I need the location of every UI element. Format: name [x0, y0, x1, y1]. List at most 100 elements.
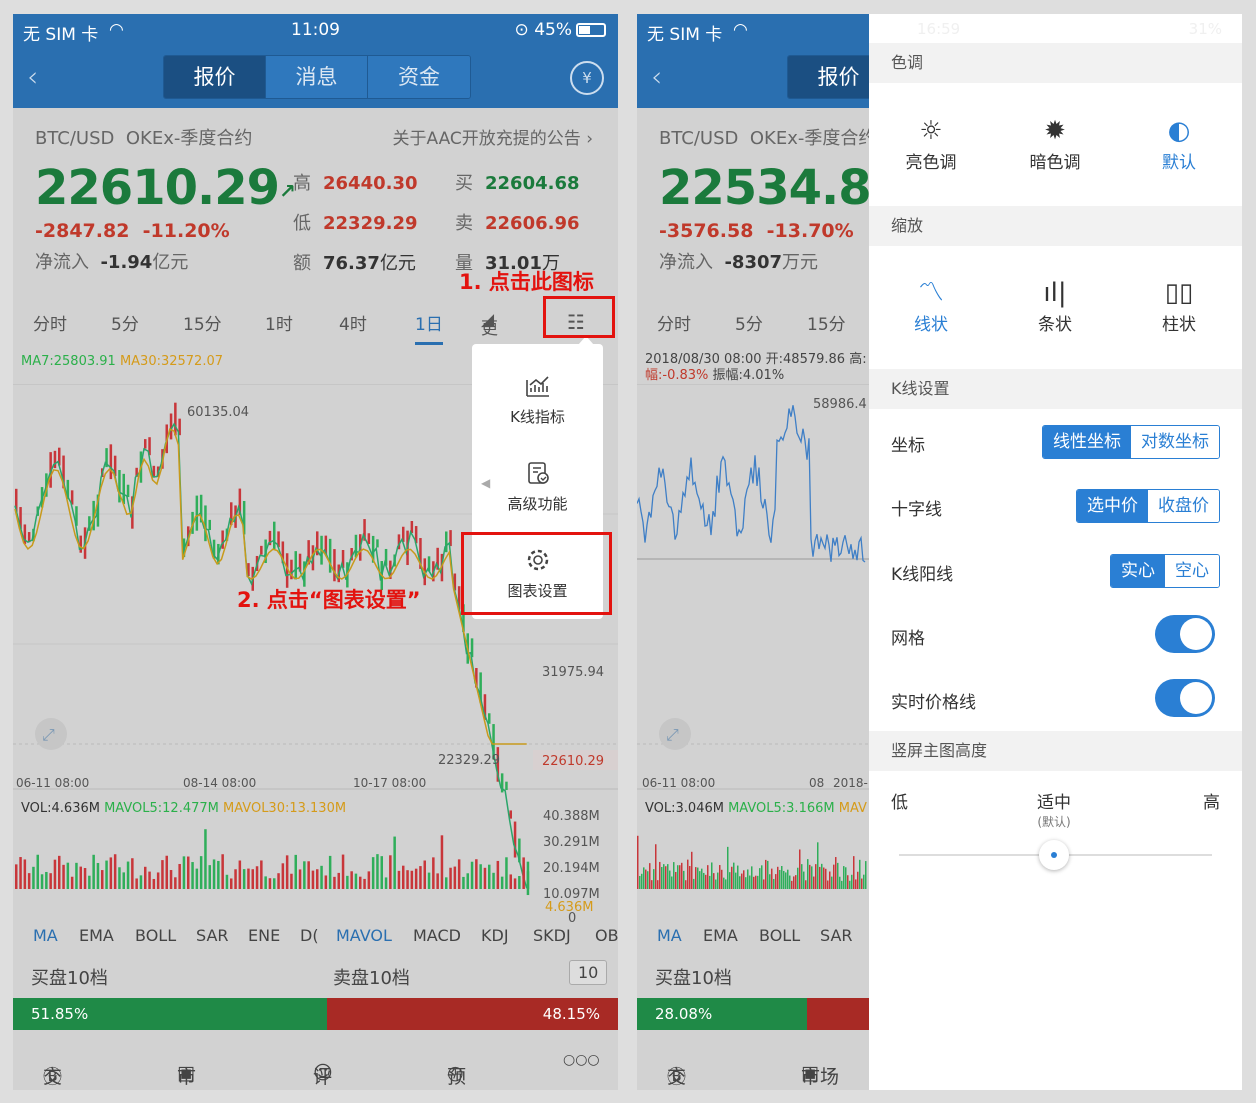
indicator-tab[interactable]: MA	[33, 926, 58, 945]
indicator-tab[interactable]: BOLL	[759, 926, 800, 945]
volume-bar	[359, 876, 362, 889]
volume-bar	[479, 864, 482, 889]
crosshair-close[interactable]: 收盘价	[1148, 490, 1219, 522]
volume-bar	[92, 854, 95, 889]
height-mid: 适中 (默认)	[1019, 788, 1089, 830]
amount-label: 额	[293, 253, 311, 274]
back-icon[interactable]: ‹	[27, 60, 38, 93]
tone-light[interactable]: ☼ 亮色调	[881, 114, 981, 173]
period-tab-more[interactable]: 更多◢	[481, 310, 498, 364]
volume-bar	[811, 866, 813, 889]
indicator-tab[interactable]: MA	[657, 926, 682, 945]
period-tab[interactable]: 分时	[33, 310, 67, 335]
tab-messages[interactable]: 消息	[266, 56, 368, 98]
tone-dark[interactable]: ✹ 暗色调	[1005, 114, 1105, 173]
period-tab[interactable]: 1时	[265, 310, 293, 335]
indicator-tab[interactable]: EMA	[79, 926, 114, 945]
height-slider-knob[interactable]	[1039, 840, 1069, 870]
volume-bar	[62, 864, 65, 889]
high-value: 26440.30	[323, 173, 418, 194]
volume-bar	[655, 844, 657, 889]
indicator-tab[interactable]: SKDJ	[533, 926, 571, 945]
volume-bar	[759, 868, 761, 889]
zoom-line[interactable]: 〽线状	[881, 276, 981, 335]
volume-bar	[328, 855, 332, 889]
volume-bar	[470, 861, 474, 889]
period-tab-active[interactable]: 1日	[415, 310, 443, 345]
indicator-icon	[525, 376, 549, 397]
announcement-link[interactable]: 关于AAC开放充提的公告 ›	[392, 124, 593, 149]
volume-bar	[855, 879, 857, 889]
realtime-line-switch[interactable]	[1155, 679, 1215, 717]
indicator-tab[interactable]: EMA	[703, 926, 738, 945]
volume-bar	[273, 878, 276, 889]
volume-bar	[651, 880, 653, 889]
volume-bar	[749, 875, 751, 889]
volume-bar	[217, 860, 220, 889]
period-tab[interactable]: 15分	[807, 310, 846, 335]
volume-bar	[449, 867, 452, 889]
zoom-line-label: 线状	[914, 315, 948, 335]
period-tab[interactable]: 5分	[735, 310, 763, 335]
more-icon[interactable]: ○○○	[563, 1052, 600, 1068]
vol-legend: VOL:4.636M MAVOL5:12.477M MAVOL30:13.130…	[21, 801, 346, 816]
period-tab[interactable]: 分时	[657, 310, 691, 335]
indicator-tab[interactable]: MACD	[413, 926, 461, 945]
volume-bar	[419, 866, 422, 889]
crosshair-label: 十字线	[891, 500, 942, 520]
candle	[122, 473, 125, 505]
candles	[15, 402, 530, 896]
tab-quote[interactable]: 报价	[164, 56, 266, 98]
change-pct: -13.70%	[766, 220, 854, 242]
indicator-tab[interactable]: KDJ	[481, 926, 509, 945]
tab-funds[interactable]: 资金	[368, 56, 470, 98]
crosshair-toggle: 选中价 收盘价	[1076, 489, 1220, 523]
menu-advanced[interactable]: 高级功能	[472, 459, 603, 514]
coin-icon[interactable]: ¥	[570, 61, 604, 95]
volume-bar	[492, 872, 495, 889]
zoom-candle[interactable]: ▯▯ 柱状	[1129, 276, 1229, 335]
depth-selector[interactable]: 10	[569, 960, 608, 985]
volume-bar	[797, 867, 799, 889]
volume-bar	[436, 873, 439, 889]
indicator-tab[interactable]: BOLL	[135, 926, 176, 945]
back-icon[interactable]: ‹	[651, 60, 662, 93]
menu-kline-indicators[interactable]: K线指标	[472, 372, 603, 427]
tab-quote[interactable]: 报价	[788, 56, 869, 98]
line-chart[interactable]: 58986.4 ⤢ 06-11 08:00 08 2018- VOL:3.046…	[637, 384, 869, 924]
volume-bar	[789, 875, 791, 889]
coord-linear[interactable]: 线性坐标	[1043, 426, 1131, 458]
nav-trade-label: 交易	[667, 1066, 687, 1088]
candle	[505, 781, 508, 791]
volume-bar	[857, 871, 859, 889]
volume-bar	[88, 875, 91, 889]
zoom-bar[interactable]: ıl| 条状	[1005, 276, 1105, 335]
indicator-tab[interactable]: SAR	[196, 926, 229, 945]
indicator-tab[interactable]: ENE	[248, 926, 280, 945]
tone-default-label: 默认	[1162, 153, 1196, 173]
period-tab[interactable]: 5分	[111, 310, 139, 335]
volume-bar	[713, 873, 715, 889]
indicator-tab[interactable]: OB	[595, 926, 618, 945]
yang-solid[interactable]: 实心	[1111, 555, 1165, 587]
period-tab[interactable]: 15分	[183, 310, 222, 335]
volume-bar	[457, 859, 461, 889]
coord-log[interactable]: 对数坐标	[1131, 426, 1219, 458]
volume-bar	[402, 865, 405, 889]
grid-switch[interactable]	[1155, 615, 1215, 653]
volume-bar	[406, 870, 409, 889]
indicator-tab[interactable]: SAR	[820, 926, 853, 945]
volume-bar	[66, 862, 70, 889]
zoom-bar-label: 条状	[1038, 315, 1072, 335]
yang-hollow[interactable]: 空心	[1165, 555, 1219, 587]
low-value: 22329.29	[323, 213, 418, 234]
volume-bar	[79, 866, 82, 889]
tone-default[interactable]: ◐ 默认	[1129, 114, 1229, 173]
period-tab[interactable]: 4时	[339, 310, 367, 335]
indicator-tab[interactable]: MAVOL	[336, 926, 392, 945]
chart-settings-panel: 16:59 31% 色调 ☼ 亮色调 ✹ 暗色调 ◐ 默认 缩放 〽线状 ıl| 条状 …	[869, 14, 1242, 1090]
indicator-tab[interactable]: D(	[300, 926, 319, 945]
crosshair-selected[interactable]: 选中价	[1077, 490, 1148, 522]
volume-bar	[659, 861, 661, 889]
volume-bar	[509, 874, 512, 889]
